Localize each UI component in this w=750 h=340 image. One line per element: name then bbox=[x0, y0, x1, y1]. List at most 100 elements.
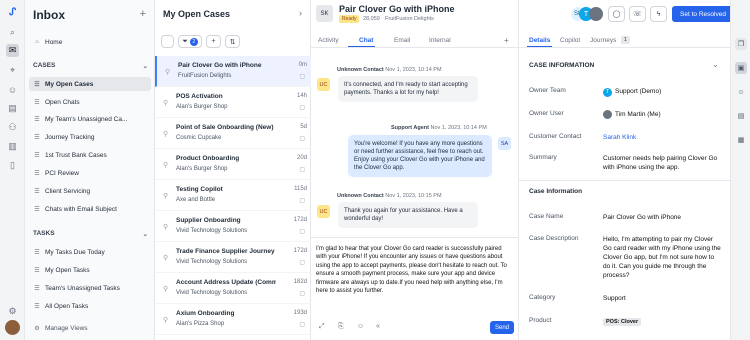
case-item-title: Axium Onboarding bbox=[176, 310, 235, 317]
sidebar-item-team-unassigned-tasks[interactable]: ☰ Team's Unassigned Tasks bbox=[29, 281, 151, 295]
expand-icon[interactable]: ⤢ bbox=[319, 323, 325, 331]
message-meta: Unknown Contact Nov 1, 2023, 10:15 PM bbox=[337, 193, 442, 199]
reports-icon[interactable]: ▤ bbox=[6, 102, 19, 115]
sidebar-item-open-chats[interactable]: ☰ Open Chats bbox=[29, 95, 151, 109]
case-list-item[interactable]: ⚲ Product Onboarding Alan's Burger Shop 20d… bbox=[155, 149, 311, 180]
grid-icon[interactable]: ▦ bbox=[735, 134, 747, 146]
category-value[interactable]: Support bbox=[603, 294, 723, 303]
chat-icon: ▢ bbox=[299, 229, 305, 235]
case-item-title: Product Onboarding bbox=[176, 155, 240, 162]
case-list-item[interactable]: ⚲ Testing Copilot Axe and Bottle 115d ▢ bbox=[155, 180, 311, 211]
sidebar-item-trust-bank[interactable]: ☰ 1st Trust Bank Cases bbox=[29, 148, 151, 162]
person-icon: ⚲ bbox=[163, 286, 169, 293]
sidebar-item-label: My Open Tasks bbox=[45, 266, 90, 274]
emoji-icon[interactable]: ☺ bbox=[357, 323, 364, 330]
book-icon[interactable]: ▯ bbox=[6, 159, 19, 172]
settings-icon[interactable]: ⚙ bbox=[6, 305, 19, 318]
tab-internal[interactable]: Internal bbox=[429, 37, 451, 44]
sort-button[interactable]: ⇅ bbox=[225, 35, 240, 48]
sidebar-item-label: All Open Tasks bbox=[45, 302, 89, 310]
case-list-item[interactable]: ⚲ Axium Onboarding Alan's Pizza Shop 193d ▢ bbox=[155, 304, 311, 335]
person-icon[interactable]: ☺ bbox=[735, 86, 747, 98]
manage-views-link[interactable]: ⚙ Manage Views bbox=[29, 321, 151, 335]
sidebar-item-label: 1st Trust Bank Cases bbox=[45, 151, 107, 159]
tasks-section-header[interactable]: TASKS ⌄ bbox=[33, 230, 148, 238]
customer-contact-link[interactable]: Sarah Klink bbox=[603, 133, 723, 142]
product-value[interactable]: POS: Clover bbox=[603, 317, 723, 327]
tab-activity[interactable]: Activity bbox=[318, 37, 339, 44]
case-list-item[interactable]: ⚲ POS Activation Alan's Burger Shop 14h ▢ bbox=[155, 87, 311, 118]
chart-icon[interactable]: ▥ bbox=[6, 140, 19, 153]
chevron-down-icon[interactable]: ⌄ bbox=[712, 60, 719, 69]
case-list-item[interactable]: ⚲ Trade Finance Supplier Journey - ... Viv… bbox=[155, 242, 311, 273]
tab-copilot[interactable]: Copilot bbox=[560, 37, 580, 44]
sidebar-item-all-open-tasks[interactable]: ☰ All Open Tasks bbox=[29, 299, 151, 313]
case-list-item[interactable]: ⚲ Supplier Onboarding Vivid Technology Sol… bbox=[155, 211, 311, 242]
sidebar-item-tasks-due-today[interactable]: ☰ My Tasks Due Today bbox=[29, 245, 151, 259]
sidebar-item-team-unassigned-cases[interactable]: ☰ My Team's Unassigned Ca... bbox=[29, 112, 151, 126]
add-view-button[interactable]: + bbox=[140, 8, 146, 20]
case-info-header: CASE INFORMATION bbox=[529, 62, 595, 69]
case-number: 28,059 bbox=[363, 16, 380, 22]
copy-icon[interactable]: ❐ bbox=[735, 38, 747, 50]
message-meta: Support Agent Nov 1, 2023, 10:14 PM bbox=[391, 125, 487, 131]
add-case-button[interactable]: + bbox=[206, 35, 221, 48]
case-item-account: Vivid Technology Solutions bbox=[176, 290, 248, 296]
chevron-down-icon[interactable]: ⌄ bbox=[143, 230, 148, 238]
chevron-right-icon[interactable]: › bbox=[299, 8, 302, 18]
reply-input[interactable]: I'm glad to hear that your Clover Go car… bbox=[316, 245, 511, 295]
add-tab-button[interactable]: + bbox=[504, 36, 509, 45]
quick-reply-icon[interactable]: « bbox=[376, 323, 380, 330]
location-icon[interactable]: ⌖ bbox=[6, 64, 19, 77]
case-list-item[interactable]: ⚲ Pair Clover Go with iPhone FruitFusion D… bbox=[155, 56, 311, 87]
agent-avatar: SA bbox=[498, 137, 511, 150]
send-button[interactable]: Send bbox=[490, 321, 514, 334]
right-rail: ❐ ▣ ☺ ▤ ▦ bbox=[730, 0, 750, 340]
chevron-down-icon[interactable]: ⌄ bbox=[143, 62, 148, 70]
list-icon: ☰ bbox=[34, 267, 40, 274]
owner-user-value[interactable]: Tim Martin (Me) bbox=[603, 110, 723, 119]
people-icon[interactable]: ☺ bbox=[6, 83, 19, 96]
sidebar-item-my-open-tasks[interactable]: ☰ My Open Tasks bbox=[29, 263, 151, 277]
filter-count-badge: 2 bbox=[189, 37, 198, 46]
person-icon: ⚲ bbox=[163, 317, 169, 324]
select-all-checkbox[interactable] bbox=[161, 35, 174, 48]
sidebar-item-client-servicing[interactable]: ☰ Client Servicing bbox=[29, 184, 151, 198]
divider bbox=[311, 237, 519, 238]
briefcase-icon[interactable]: ▣ bbox=[735, 62, 747, 74]
cases-section-header[interactable]: CASES ⌄ bbox=[33, 62, 148, 70]
sidebar-item-pci-review[interactable]: ☰ PCI Review bbox=[29, 166, 151, 180]
case-description-value[interactable]: Hello, I'm attempting to pair my Clover … bbox=[603, 235, 723, 280]
sidebar-item-label: PCI Review bbox=[45, 169, 79, 177]
sidebar-item-journey-tracking[interactable]: ☰ Journey Tracking bbox=[29, 130, 151, 144]
tab-email[interactable]: Email bbox=[394, 37, 410, 44]
search-icon[interactable]: ⌕ bbox=[6, 26, 19, 39]
document-icon[interactable]: ▤ bbox=[735, 110, 747, 122]
case-item-age: 182d bbox=[293, 279, 307, 285]
groups-icon[interactable]: ⚇ bbox=[6, 121, 19, 134]
case-name-value[interactable]: Pair Clover Go with iPhone bbox=[603, 213, 723, 222]
sidebar-item-label: Journey Tracking bbox=[45, 133, 95, 141]
tab-journeys[interactable]: Journeys bbox=[590, 37, 616, 44]
sidebar-item-home[interactable]: ⌂ Home bbox=[29, 35, 151, 49]
owner-team-value[interactable]: T Support (Demo) bbox=[603, 87, 723, 97]
sidebar-item-my-open-cases[interactable]: ☰ My Open Cases bbox=[29, 77, 151, 91]
field-label: Owner Team bbox=[529, 87, 566, 94]
manage-views-label: Manage Views bbox=[45, 324, 88, 332]
filter-button[interactable]: ⏷ 2 bbox=[178, 35, 202, 48]
list-icon: ☰ bbox=[34, 81, 40, 88]
sidebar-item-label: My Team's Unassigned Ca... bbox=[45, 115, 128, 123]
case-title: Pair Clover Go with iPhone bbox=[339, 4, 455, 14]
inbox-icon[interactable]: ✉ bbox=[6, 44, 19, 57]
status-badge[interactable]: Ready bbox=[339, 15, 360, 23]
sidebar-item-label: My Open Cases bbox=[45, 80, 94, 88]
case-list-item[interactable]: ⚲ Point of Sale Onboarding (New) Cosmic Cu… bbox=[155, 118, 311, 149]
avatar[interactable] bbox=[5, 320, 20, 335]
tab-details[interactable]: Details bbox=[529, 37, 550, 44]
case-list-item[interactable]: ⚲ Account Address Update (Commer... Vivid … bbox=[155, 273, 311, 304]
attach-icon[interactable]: ⎘ bbox=[338, 323, 344, 331]
tab-chat[interactable]: Chat bbox=[359, 37, 373, 44]
case-list-title: My Open Cases bbox=[163, 9, 231, 19]
list-icon: ☰ bbox=[34, 134, 40, 141]
sidebar-item-chats-email-subject[interactable]: ☰ Chats with Email Subject bbox=[29, 202, 151, 216]
